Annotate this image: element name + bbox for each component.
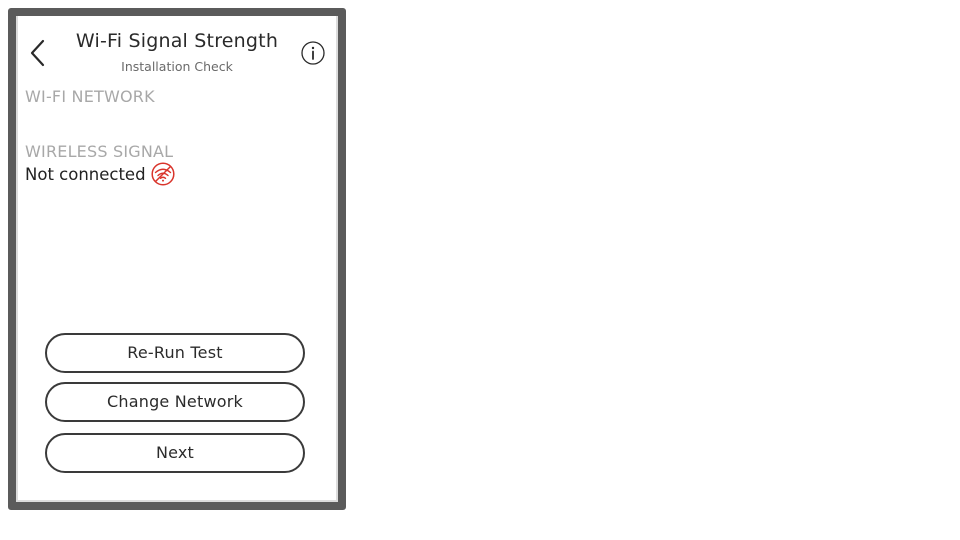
- signal-status-text: Not connected: [25, 164, 146, 184]
- page-subtitle: Installation Check: [121, 59, 233, 74]
- chevron-left-icon: [30, 39, 45, 67]
- signal-status-row: Not connected: [25, 161, 175, 187]
- wifi-network-label: WI-FI NETWORK: [25, 87, 155, 106]
- rerun-test-button[interactable]: Re-Run Test: [45, 333, 305, 373]
- device-frame: Wi-Fi Signal Strength Installation Check…: [8, 8, 346, 510]
- next-button[interactable]: Next: [45, 433, 305, 473]
- info-icon: [301, 41, 325, 65]
- header: Wi-Fi Signal Strength Installation Check: [18, 16, 336, 78]
- wireless-signal-label: WIRELESS SIGNAL: [25, 142, 174, 161]
- no-wifi-icon: [151, 162, 175, 186]
- change-network-button[interactable]: Change Network: [45, 382, 305, 422]
- screen: Wi-Fi Signal Strength Installation Check…: [16, 16, 338, 502]
- page-title: Wi-Fi Signal Strength: [75, 30, 279, 52]
- info-button[interactable]: [301, 41, 325, 65]
- back-button[interactable]: [28, 38, 52, 68]
